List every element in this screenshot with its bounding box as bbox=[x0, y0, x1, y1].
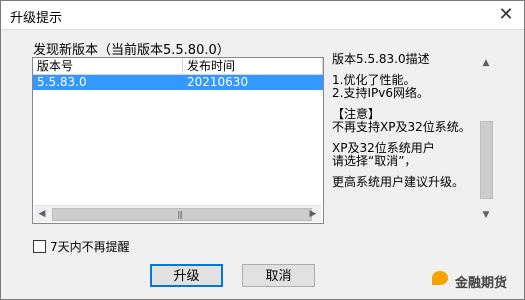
found-version-text: 发现新版本（当前版本5.5.80.0） bbox=[33, 43, 230, 58]
horizontal-scrollbar[interactable]: ◀ ||| ▶ bbox=[34, 205, 321, 222]
scroll-right-icon[interactable]: ▶ bbox=[305, 206, 321, 222]
cancel-button[interactable]: 取消 bbox=[242, 264, 315, 287]
grip-icon: ||| bbox=[177, 210, 183, 219]
upgrade-dialog: 升级提示 ✕ 发现新版本（当前版本5.5.80.0） 版本号 发布时间 5.5.… bbox=[0, 0, 525, 300]
table-row[interactable]: 5.5.83.0 20210630 bbox=[33, 75, 323, 90]
description-line: 2.支持IPv6网络。 bbox=[332, 86, 429, 100]
version-list[interactable]: 版本号 发布时间 5.5.83.0 20210630 ◀ ||| ▶ bbox=[32, 57, 324, 224]
vertical-scroll-thumb[interactable] bbox=[480, 121, 493, 199]
watermark-logo-icon bbox=[432, 271, 448, 285]
scroll-up-icon[interactable]: ▲ bbox=[478, 55, 494, 71]
vertical-scrollbar[interactable]: ▲ ▼ bbox=[478, 55, 494, 223]
version-description: 版本5.5.83.0描述 1.优化了性能。 2.支持IPv6网络。 【注意】 不… bbox=[332, 53, 492, 225]
description-line: 版本5.5.83.0描述 bbox=[332, 52, 430, 66]
window-title: 升级提示 bbox=[10, 11, 63, 26]
description-line: 请选择“取消”， bbox=[332, 154, 417, 168]
description-line: 不再支持XP及32位系统。 bbox=[332, 120, 471, 134]
title-bar: 升级提示 ✕ bbox=[1, 1, 524, 30]
cell-version: 5.5.83.0 bbox=[33, 75, 183, 90]
remind-checkbox-label[interactable]: 7天内不再提醒 bbox=[50, 238, 130, 255]
horizontal-scroll-thumb[interactable]: ||| bbox=[52, 208, 312, 221]
description-line: 更高系统用户建议升级。 bbox=[332, 175, 465, 189]
close-icon[interactable]: ✕ bbox=[496, 5, 516, 25]
scroll-left-icon[interactable]: ◀ bbox=[34, 206, 50, 222]
upgrade-button[interactable]: 升级 bbox=[150, 264, 223, 287]
column-header-version[interactable]: 版本号 bbox=[33, 58, 183, 74]
cell-date: 20210630 bbox=[183, 75, 323, 90]
list-header: 版本号 发布时间 bbox=[33, 58, 323, 75]
watermark-text: 金融期货 bbox=[455, 276, 508, 291]
scroll-down-icon[interactable]: ▼ bbox=[478, 207, 494, 223]
remind-checkbox[interactable] bbox=[33, 240, 46, 253]
column-header-date[interactable]: 发布时间 bbox=[183, 58, 323, 74]
